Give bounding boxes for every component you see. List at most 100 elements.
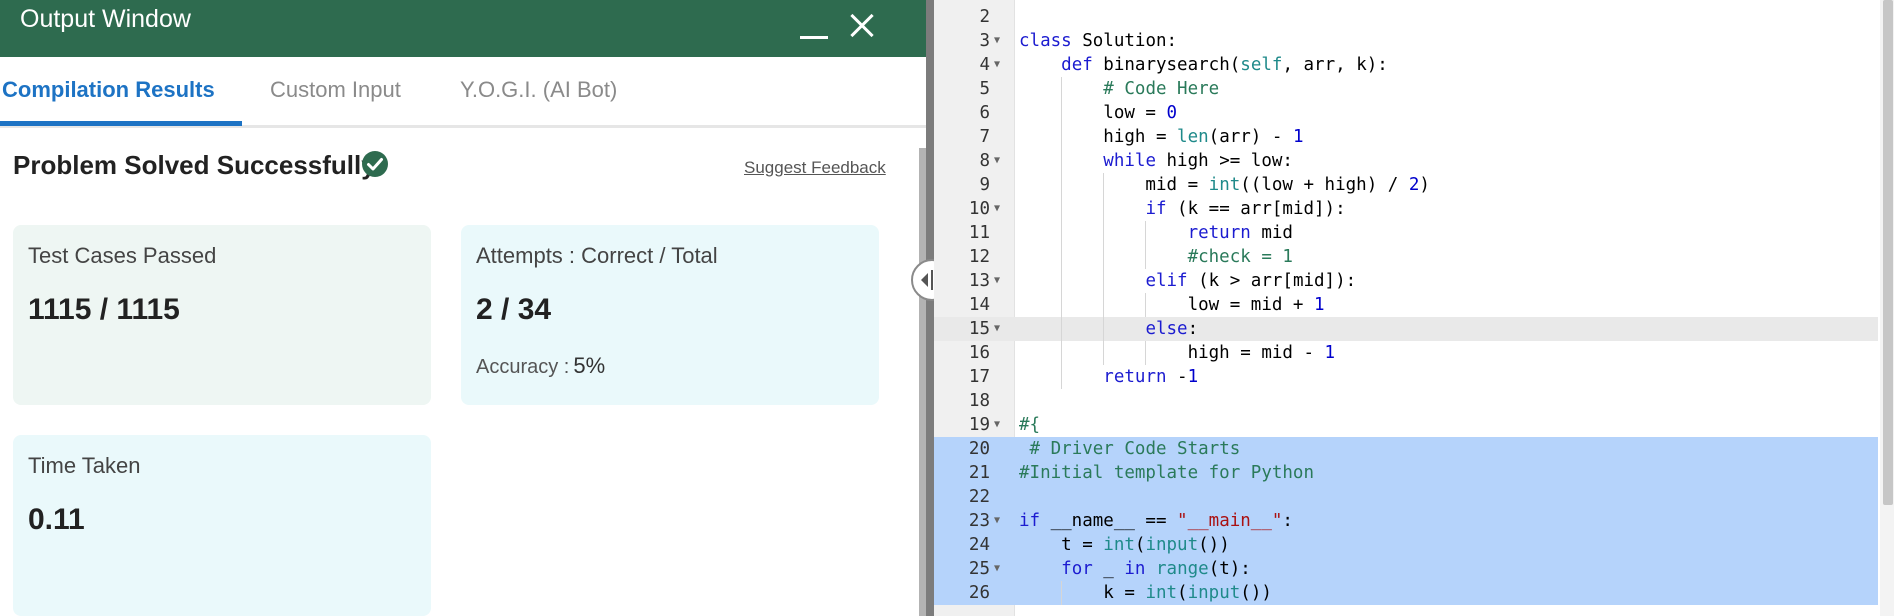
line-number: 24 [968,535,990,555]
test-cases-label: Test Cases Passed [28,243,217,268]
line-number: 26 [968,583,990,603]
tab-compilation-results[interactable]: Compilation Results [2,77,215,103]
code-text: def binarysearch(self, arr, k): [1061,55,1388,75]
panel-resize-divider[interactable] [926,0,934,616]
output-scrollbar[interactable] [919,148,926,616]
line-number: 5 [979,79,990,99]
code-line[interactable]: 5 # Code Here [934,77,1878,101]
output-window-title: Output Window [20,5,191,33]
code-line[interactable]: 15 ▼ else: [934,317,1878,341]
fold-arrow-icon[interactable]: ▼ [994,53,1004,77]
code-line[interactable]: 10 ▼ if (k == arr[mid]): [934,197,1878,221]
suggest-feedback-link[interactable]: Suggest Feedback [744,158,886,178]
code-text: #check = 1 [1187,247,1293,267]
line-number: 22 [968,487,990,507]
code-line[interactable]: 2 [934,5,1878,29]
output-tabs: Compilation Results Custom Input Y.O.G.I… [0,57,926,128]
active-tab-indicator [0,121,242,126]
line-number: 7 [979,127,990,147]
close-icon[interactable] [846,10,878,42]
code-line[interactable]: 14 low = mid + 1 [934,293,1878,317]
code-line[interactable]: 24 t = int(input()) [934,533,1878,557]
line-number: 25 [968,559,990,579]
status-title: Problem Solved Successfully [13,150,376,180]
line-number: 23 [968,511,990,531]
code-line[interactable]: 4 ▼ def binarysearch(self, arr, k): [934,53,1878,77]
accuracy-value: 5% [573,353,606,378]
fold-arrow-icon[interactable]: ▼ [994,557,1004,581]
code-line[interactable]: 12 #check = 1 [934,245,1878,269]
code-text: #Initial template for Python [1019,463,1315,483]
code-line[interactable]: 25 ▼ for _ in range(t): [934,557,1878,581]
code-line[interactable]: 7 high = len(arr) - 1 [934,125,1878,149]
code-line[interactable]: 26 k = int(input()) [934,581,1878,605]
code-line[interactable]: 21 #Initial template for Python [934,461,1878,485]
code-line[interactable]: 19 ▼ #{ [934,413,1878,437]
code-editor[interactable]: 2 3 ▼ class Solution: 4 ▼ def binarysearch(se… [934,0,1894,616]
time-taken-card: Time Taken 0.11 [13,435,431,616]
output-window-header: Output Window [0,0,926,57]
code-line[interactable]: 17 return -1 [934,365,1878,389]
line-number: 17 [968,367,990,387]
fold-arrow-icon[interactable]: ▼ [994,29,1004,53]
fold-arrow-icon[interactable]: ▼ [994,317,1004,341]
code-text: #{ [1019,415,1041,435]
fold-arrow-icon[interactable]: ▼ [994,269,1004,293]
code-text: # Code Here [1103,79,1220,99]
output-window: Output Window Compilation Results Custom… [0,0,926,616]
fold-arrow-icon[interactable]: ▼ [994,197,1004,221]
code-line[interactable]: 22 [934,485,1878,509]
line-number: 8 [979,151,990,171]
code-text: low = 0 [1019,103,1178,123]
code-line[interactable]: 8 ▼ while high >= low: [934,149,1878,173]
code-text: elif (k > arr[mid]): [1145,271,1357,291]
code-line[interactable]: 18 [934,389,1878,413]
line-number: 18 [968,391,990,411]
fold-arrow-icon[interactable]: ▼ [994,413,1004,437]
check-circle-icon [362,151,388,177]
code-text: high = len(arr) - 1 [1019,127,1304,147]
line-number: 15 [968,319,990,339]
line-number: 21 [968,463,990,483]
code-text: mid = int((low + high) / 2) [1019,175,1430,195]
code-line[interactable]: 6 low = 0 [934,101,1878,125]
code-line[interactable]: 20 # Driver Code Starts [934,437,1878,461]
code-text: else: [1145,319,1199,339]
accuracy-row: Accuracy :5% [476,353,605,379]
fold-arrow-icon[interactable]: ▼ [994,509,1004,533]
attempts-label: Attempts : Correct / Total [476,243,718,268]
code-text: t = int(input()) [1019,535,1230,555]
code-text: high = mid - 1 [1019,343,1336,363]
code-line[interactable]: 23 ▼ if __name__ == "__main__": [934,509,1878,533]
code-text: if __name__ == "__main__": [1019,511,1293,531]
code-line[interactable]: 9 mid = int((low + high) / 2) [934,173,1878,197]
fold-arrow-icon[interactable]: ▼ [994,149,1004,173]
line-number: 9 [979,175,990,195]
test-cases-card: Test Cases Passed 1115 / 1115 [13,225,431,405]
minimize-icon[interactable] [796,14,832,44]
line-number: 2 [979,7,990,27]
tab-yogi-ai-bot[interactable]: Y.O.G.I. (AI Bot) [460,77,617,103]
time-taken-value: 0.11 [28,503,85,536]
line-number: 3 [979,31,990,51]
line-number: 10 [968,199,990,219]
code-text: return -1 [1103,367,1199,387]
code-line[interactable]: 16 high = mid - 1 [934,341,1878,365]
code-text: for _ in range(t): [1061,559,1251,579]
line-number: 12 [968,247,990,267]
code-line[interactable]: 13 ▼ elif (k > arr[mid]): [934,269,1878,293]
code-text: if (k == arr[mid]): [1145,199,1346,219]
code-text: class Solution: [1019,31,1178,51]
attempts-value: 2 / 34 [476,293,552,326]
code-line[interactable]: 3 ▼ class Solution: [934,29,1878,53]
line-number: 11 [968,223,990,243]
code-line[interactable]: 11 return mid [934,221,1878,245]
line-number: 16 [968,343,990,363]
attempts-card: Attempts : Correct / Total 2 / 34 Accura… [461,225,879,405]
test-cases-value: 1115 / 1115 [28,293,180,326]
line-number: 6 [979,103,990,123]
editor-scrollbar-thumb[interactable] [1883,0,1893,505]
code-text: # Driver Code Starts [1029,439,1241,459]
tab-custom-input[interactable]: Custom Input [270,77,401,103]
code-text: return mid [1187,223,1293,243]
